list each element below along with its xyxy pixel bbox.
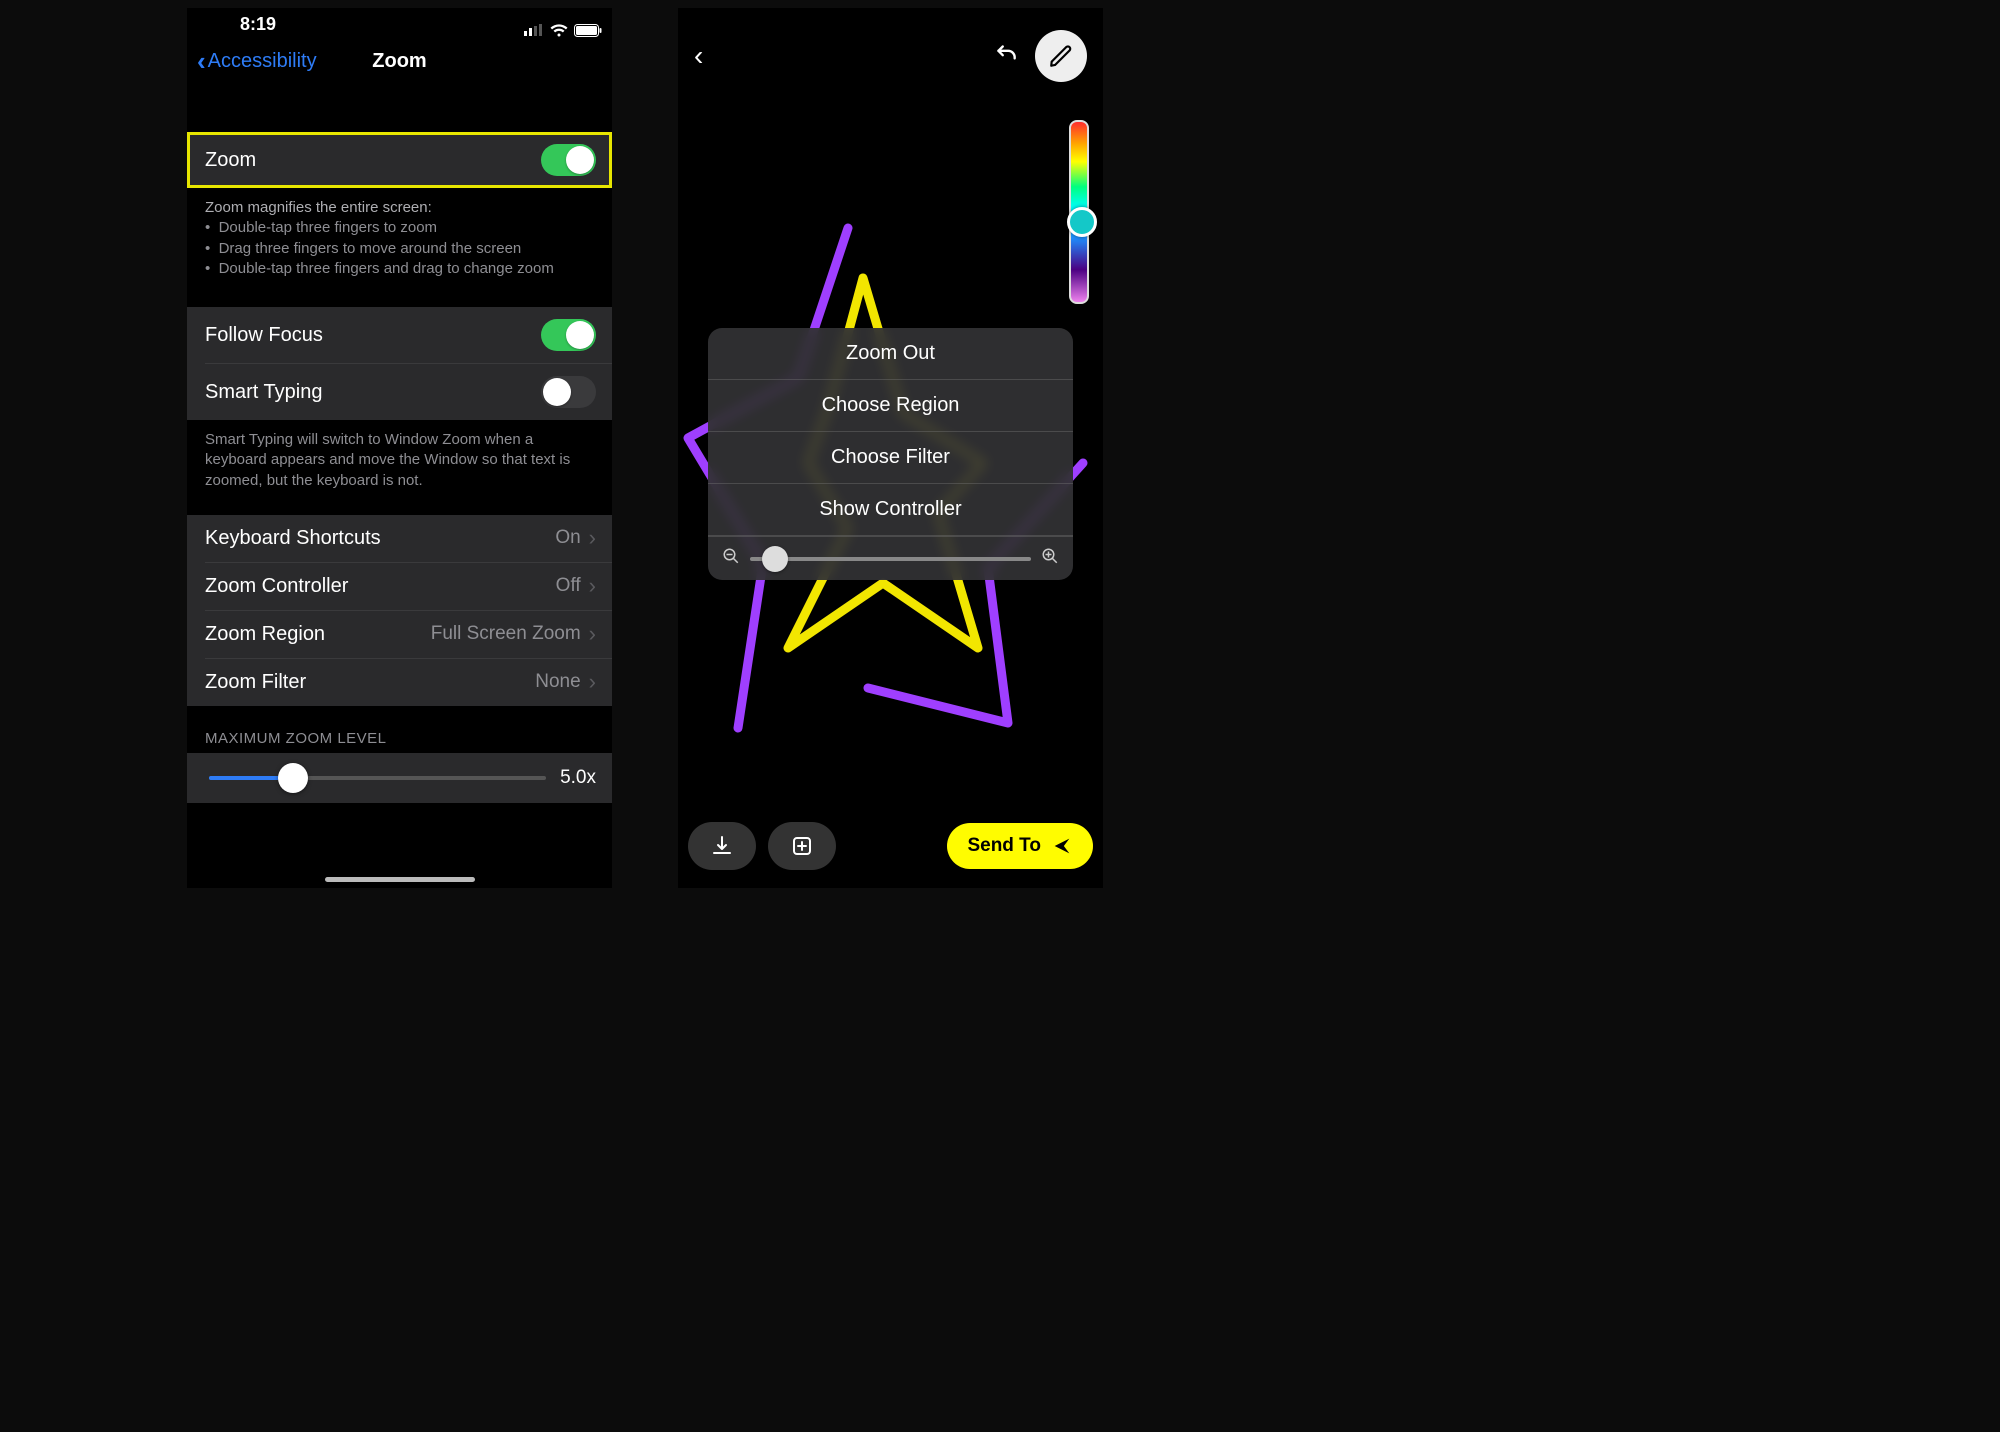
settings-screen: 8:19 ‹ Accessibility Zoom xyxy=(187,8,612,888)
smart-typing-row[interactable]: Smart Typing xyxy=(187,364,612,420)
send-to-label: Send To xyxy=(967,835,1041,857)
snap-bottom-bar: Send To xyxy=(688,822,1093,870)
zoom-toggle-section: Zoom xyxy=(187,132,612,188)
keyboard-shortcuts-label: Keyboard Shortcuts xyxy=(205,527,381,550)
zoom-toggle-row[interactable]: Zoom xyxy=(187,132,612,188)
smart-typing-label: Smart Typing xyxy=(205,381,322,404)
zoom-filter-value: None xyxy=(535,671,580,693)
snapchat-screen: ‹ Zoom Out Choose Region Choose Filter S… xyxy=(678,8,1103,888)
battery-icon xyxy=(574,24,602,37)
save-button[interactable] xyxy=(688,822,756,870)
zoom-region-value: Full Screen Zoom xyxy=(431,623,581,645)
zoom-accessibility-menu: Zoom Out Choose Region Choose Filter Sho… xyxy=(708,328,1073,580)
zoom-in-icon[interactable] xyxy=(1041,547,1059,570)
chevron-right-icon: › xyxy=(589,671,596,693)
home-indicator[interactable] xyxy=(325,877,475,882)
choose-filter-item[interactable]: Choose Filter xyxy=(708,432,1073,484)
keyboard-shortcuts-value: On xyxy=(555,527,580,549)
undo-button[interactable] xyxy=(993,40,1019,73)
choose-region-item[interactable]: Choose Region xyxy=(708,380,1073,432)
chevron-right-icon: › xyxy=(589,623,596,645)
max-zoom-slider-row: 5.0x xyxy=(187,753,612,803)
color-picker-slider[interactable] xyxy=(1069,120,1089,304)
zoom-options-section: Keyboard Shortcuts On › Zoom Controller O… xyxy=(187,515,612,706)
typing-section: Follow Focus Smart Typing xyxy=(187,307,612,420)
show-controller-item[interactable]: Show Controller xyxy=(708,484,1073,536)
zoom-level-knob[interactable] xyxy=(762,546,788,572)
chevron-right-icon: › xyxy=(589,575,596,597)
zoom-controller-row[interactable]: Zoom Controller Off › xyxy=(187,563,612,610)
zoom-level-slider[interactable] xyxy=(750,557,1031,561)
max-zoom-header: MAXIMUM ZOOM LEVEL xyxy=(187,706,612,753)
send-to-button[interactable]: Send To xyxy=(947,823,1093,869)
page-title: Zoom xyxy=(187,50,612,73)
zoom-region-row[interactable]: Zoom Region Full Screen Zoom › xyxy=(187,611,612,658)
snap-top-bar: ‹ xyxy=(694,26,1087,86)
draw-tool-button[interactable] xyxy=(1035,30,1087,82)
zoom-out-item[interactable]: Zoom Out xyxy=(708,328,1073,380)
zoom-toggle-label: Zoom xyxy=(205,149,256,172)
back-button[interactable]: ‹ xyxy=(694,40,703,72)
zoom-help-text: Zoom magnifies the entire screen: • Doub… xyxy=(187,188,612,279)
zoom-help-header: Zoom magnifies the entire screen: xyxy=(205,198,594,218)
zoom-filter-label: Zoom Filter xyxy=(205,671,306,694)
nav-bar: ‹ Accessibility Zoom xyxy=(187,40,612,84)
max-zoom-slider[interactable] xyxy=(209,776,546,780)
zoom-controller-value: Off xyxy=(556,575,581,597)
follow-focus-row[interactable]: Follow Focus xyxy=(187,307,612,363)
follow-focus-label: Follow Focus xyxy=(205,324,323,347)
zoom-toggle[interactable] xyxy=(541,144,596,176)
wifi-icon xyxy=(550,24,568,37)
zoom-level-slider-row xyxy=(708,536,1073,580)
zoom-out-icon[interactable] xyxy=(722,547,740,570)
status-time: 8:19 xyxy=(240,8,276,40)
smart-typing-toggle[interactable] xyxy=(541,376,596,408)
zoom-controller-label: Zoom Controller xyxy=(205,575,348,598)
story-button[interactable] xyxy=(768,822,836,870)
zoom-region-label: Zoom Region xyxy=(205,623,325,646)
chevron-right-icon: › xyxy=(589,527,596,549)
status-bar: 8:19 xyxy=(187,8,612,40)
max-zoom-value: 5.0x xyxy=(560,767,596,789)
color-picker-knob[interactable] xyxy=(1067,207,1097,237)
smart-typing-note: Smart Typing will switch to Window Zoom … xyxy=(187,420,612,491)
follow-focus-toggle[interactable] xyxy=(541,319,596,351)
keyboard-shortcuts-row[interactable]: Keyboard Shortcuts On › xyxy=(187,515,612,562)
zoom-filter-row[interactable]: Zoom Filter None › xyxy=(187,659,612,706)
